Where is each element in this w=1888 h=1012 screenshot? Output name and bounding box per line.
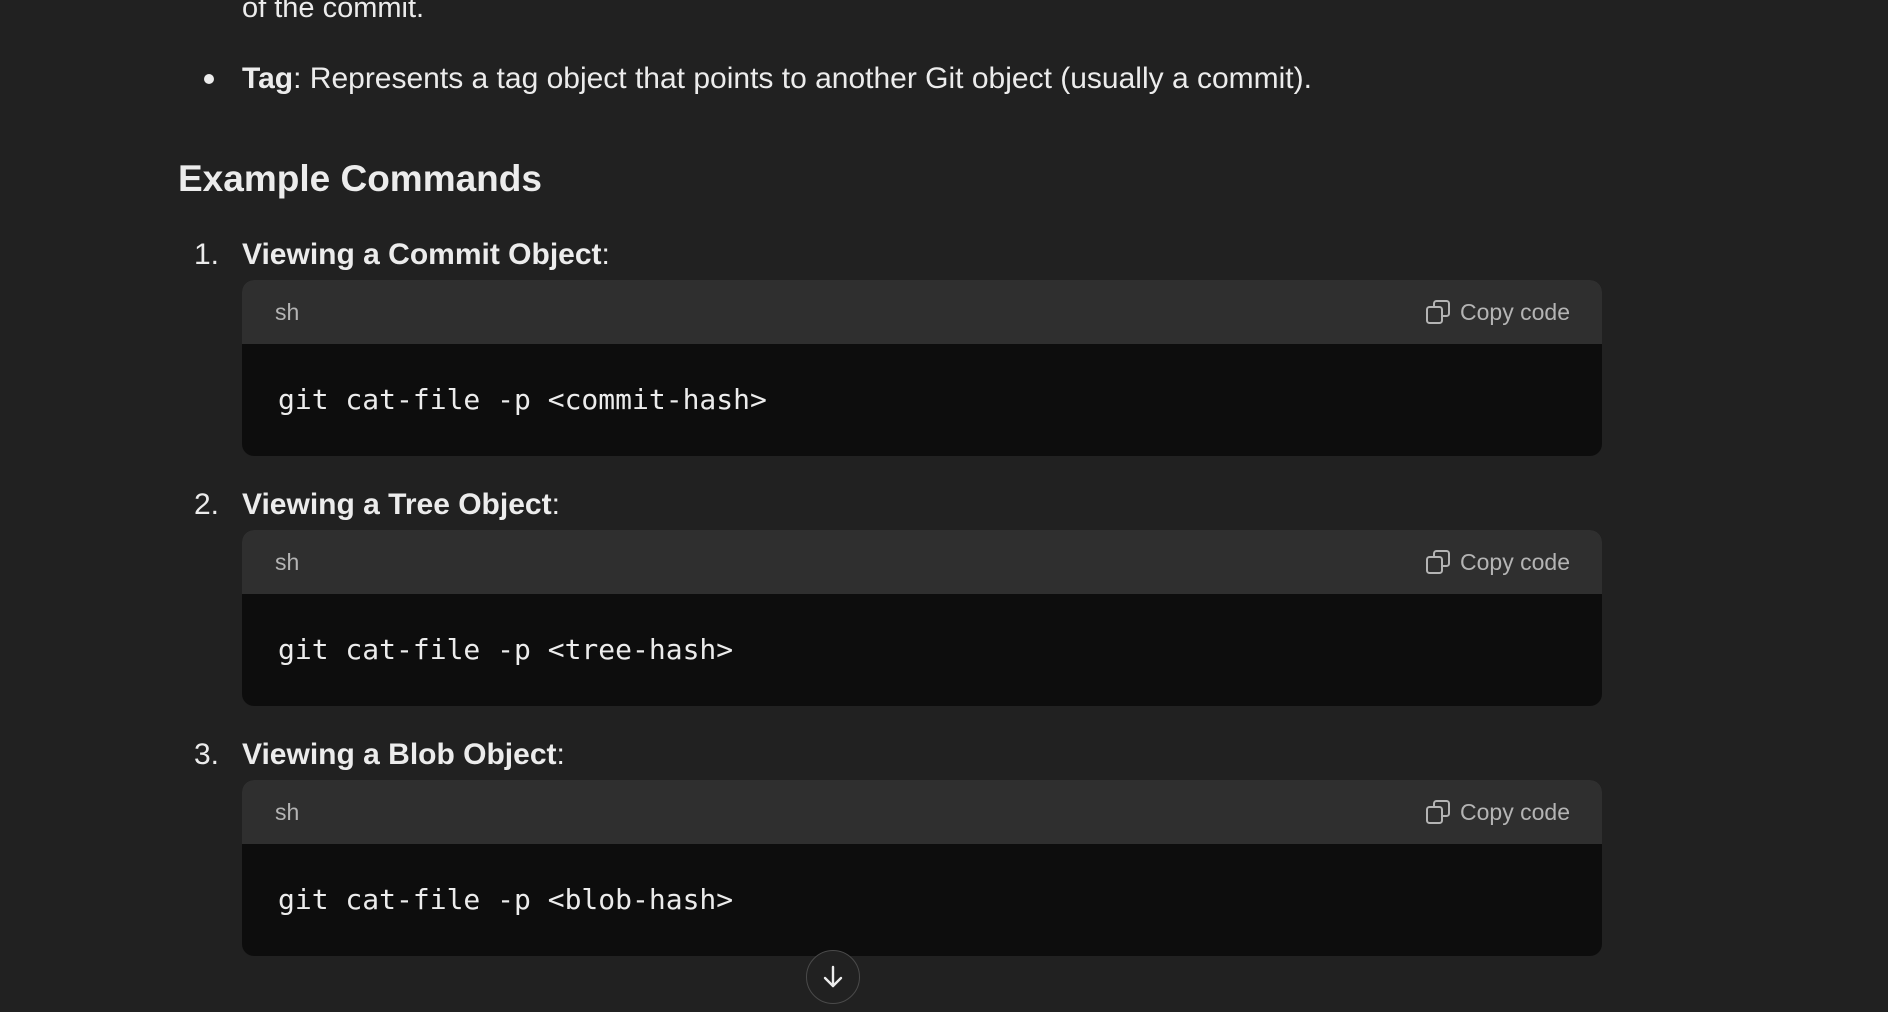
- list-item-text: Tag: Represents a tag object that points…: [242, 58, 1312, 100]
- previous-paragraph-tail: of the commit.: [242, 0, 425, 24]
- copy-code-label: Copy code: [1460, 548, 1570, 575]
- code-block: sh Copy code git cat-file -p <blob-hash>: [242, 780, 1602, 956]
- copy-icon: [1426, 800, 1451, 824]
- list-number: 2.: [194, 488, 220, 521]
- copy-icon: [1426, 300, 1451, 324]
- code-header: sh Copy code: [242, 780, 1602, 844]
- code-language: sh: [275, 549, 300, 575]
- list-item-description: : Represents a tag object that points to…: [293, 62, 1312, 95]
- code-content[interactable]: git cat-file -p <commit-hash>: [242, 344, 1602, 456]
- section-heading: Example Commands: [178, 158, 542, 199]
- scroll-to-bottom-button[interactable]: [806, 950, 860, 1004]
- copy-icon: [1426, 550, 1451, 574]
- copy-code-label: Copy code: [1460, 798, 1570, 825]
- code-block: sh Copy code git cat-file -p <commit-has…: [242, 280, 1602, 456]
- title-colon: :: [556, 738, 565, 771]
- bullet-icon: [204, 74, 214, 84]
- code-language: sh: [275, 299, 300, 325]
- code-language: sh: [275, 799, 300, 825]
- code-block: sh Copy code git cat-file -p <tree-hash>: [242, 530, 1602, 706]
- example-item: 2. Viewing a Tree Object: sh Copy code g…: [190, 480, 1602, 706]
- copy-code-label: Copy code: [1460, 298, 1570, 325]
- example-title: 1. Viewing a Commit Object:: [190, 230, 1602, 280]
- code-header: sh Copy code: [242, 530, 1602, 594]
- title-colon: :: [551, 488, 560, 521]
- example-title: 2. Viewing a Tree Object:: [190, 480, 1602, 530]
- list-number: 1.: [194, 238, 220, 271]
- title-colon: :: [601, 238, 610, 271]
- example-title-text: Viewing a Tree Object: [242, 488, 552, 521]
- example-item: 3. Viewing a Blob Object: sh Copy code g…: [190, 730, 1602, 956]
- example-label: Viewing a Tree Object:: [242, 480, 560, 530]
- copy-code-button[interactable]: Copy code: [1424, 780, 1570, 844]
- example-label: Viewing a Commit Object:: [242, 230, 610, 280]
- list-number: 3.: [194, 738, 220, 771]
- example-title-text: Viewing a Blob Object: [242, 738, 557, 771]
- code-content[interactable]: git cat-file -p <tree-hash>: [242, 594, 1602, 706]
- list-item-term: Tag: [242, 62, 294, 95]
- chat-content: of the commit. Tag: Represents a tag obj…: [0, 0, 1888, 1012]
- copy-code-button[interactable]: Copy code: [1424, 280, 1570, 344]
- code-header: sh Copy code: [242, 280, 1602, 344]
- code-content[interactable]: git cat-file -p <blob-hash>: [242, 844, 1602, 956]
- example-label: Viewing a Blob Object:: [242, 730, 565, 780]
- example-item: 1. Viewing a Commit Object: sh Copy code…: [190, 230, 1602, 456]
- example-title-text: Viewing a Commit Object: [242, 238, 602, 271]
- copy-code-button[interactable]: Copy code: [1424, 530, 1570, 594]
- example-title: 3. Viewing a Blob Object:: [190, 730, 1602, 780]
- arrow-down-icon: [823, 965, 843, 988]
